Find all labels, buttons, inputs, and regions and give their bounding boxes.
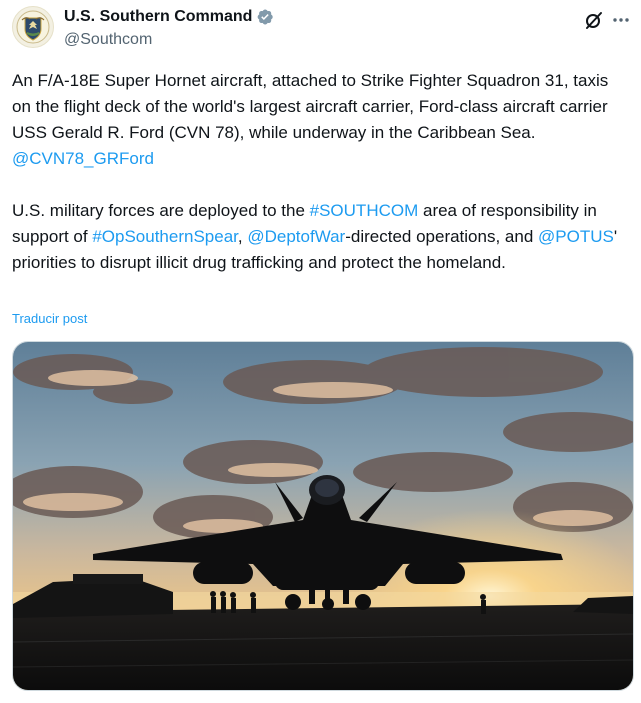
post-text-segment: , [237, 227, 248, 246]
post-paragraph-1: An F/A-18E Super Hornet aircraft, attach… [12, 68, 624, 172]
post-text-segment: -directed operations, and [345, 227, 539, 246]
hashtag-link-southcom[interactable]: #SOUTHCOM [310, 201, 419, 220]
post-image[interactable] [12, 341, 634, 691]
author-handle[interactable]: @Southcom [64, 31, 152, 49]
more-options-icon [613, 18, 629, 22]
post-text: An F/A-18E Super Hornet aircraft, attach… [12, 68, 624, 276]
avatar[interactable] [12, 6, 54, 48]
author-display-name[interactable]: U.S. Southern Command [64, 8, 252, 26]
verified-badge-icon[interactable] [256, 8, 274, 26]
author-name-row: U.S. Southern Command [64, 8, 274, 26]
more-options-button[interactable] [609, 8, 633, 32]
post-text-segment: U.S. military forces are deployed to the [12, 201, 310, 220]
grok-button[interactable] [582, 8, 606, 32]
mention-link-cvn78[interactable]: @CVN78_GRFord [12, 149, 154, 168]
post-text-segment: An F/A-18E Super Hornet aircraft, attach… [12, 71, 609, 142]
mention-link-deptofwar[interactable]: @DeptofWar [247, 227, 345, 246]
southcom-seal-icon [16, 10, 50, 44]
translate-post-link[interactable]: Traducir post [12, 311, 87, 326]
post: U.S. Southern Command @Southcom An F/A-1… [0, 0, 641, 703]
hashtag-link-opsouthernspear[interactable]: #OpSouthernSpear [92, 227, 238, 246]
jet-on-deck-photo [13, 342, 633, 690]
post-paragraph-2: U.S. military forces are deployed to the… [12, 198, 624, 276]
grok-icon [586, 12, 602, 29]
mention-link-potus[interactable]: @POTUS [538, 227, 614, 246]
